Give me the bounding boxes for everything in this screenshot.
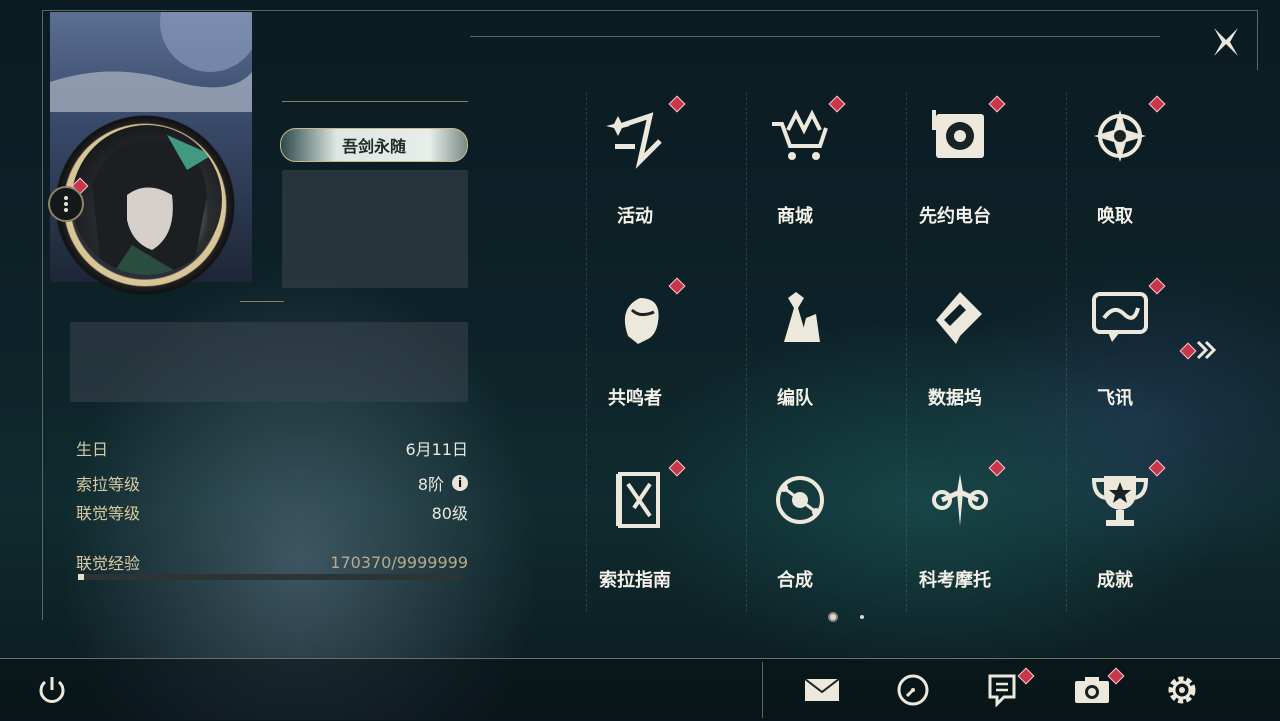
signature-blurred: [70, 322, 468, 402]
notice-button[interactable]: [982, 667, 1035, 710]
notification-badge: [1148, 95, 1166, 113]
info-icon[interactable]: i: [452, 475, 468, 491]
notification-badge: [988, 459, 1006, 477]
menu-tile-4[interactable]: 唤取: [1040, 92, 1200, 262]
trophy-icon: [1090, 470, 1150, 530]
menu-tile-label: 索拉指南: [599, 570, 671, 591]
settings-gear-icon: [1168, 676, 1196, 704]
menu-tile-label: 唤取: [1097, 206, 1133, 227]
double-chevron-right-icon: [1196, 340, 1217, 360]
notification-badge: [1148, 277, 1166, 295]
notification-badge: [1148, 459, 1166, 477]
birthday-label: 生日: [76, 440, 109, 459]
player-name-blurred: [282, 170, 468, 288]
menu-tile-label: 活动: [617, 206, 653, 227]
frame-grid-top-line: [470, 36, 1160, 37]
union-level-label: 联觉等级: [76, 504, 141, 523]
title-badge-text: 吾剑永随: [341, 137, 406, 156]
menu-tile-label: 合成: [777, 570, 813, 591]
frame-left-line: [42, 10, 43, 620]
character-head-icon: [610, 288, 670, 348]
menu-tile-label: 科考摩托: [919, 570, 991, 591]
notification-badge: [828, 95, 846, 113]
birthday-value: 6月11日: [405, 440, 468, 459]
frame-top-line: [42, 10, 1258, 11]
chess-pieces-icon: [770, 288, 830, 348]
notification-badge: [668, 95, 686, 113]
sola-level-value: 8阶: [417, 475, 444, 494]
menu-tile-11[interactable]: 科考摩托: [880, 456, 1040, 626]
sparkle-icon: [606, 106, 670, 169]
union-exp-progress-fill: [78, 574, 85, 580]
avatar-divider: [240, 301, 284, 302]
camera-icon: [1075, 677, 1109, 703]
power-button[interactable]: [32, 670, 72, 710]
mail-button[interactable]: [802, 670, 842, 710]
page-indicator-active[interactable]: [830, 614, 836, 620]
radio-icon: [930, 106, 990, 166]
menu-tile-label: 飞讯: [1097, 388, 1133, 409]
union-exp-progress-bar: [78, 574, 460, 580]
mail-icon: [804, 678, 840, 701]
settings-button[interactable]: [1162, 670, 1202, 710]
chat-bubble-icon: [1090, 288, 1150, 348]
sola-level-label: 索拉等级: [76, 475, 141, 494]
menu-tile-9[interactable]: 索拉指南: [560, 456, 720, 626]
camera-button[interactable]: [1072, 667, 1125, 710]
union-level-row: 联觉等级 80级: [76, 500, 468, 524]
avatar-portrait: [92, 135, 212, 275]
moon-landscape-illustration: [50, 0, 260, 112]
union-exp-label: 联觉经验: [76, 554, 141, 573]
menu-tile-8[interactable]: 飞讯: [1040, 274, 1200, 444]
menu-tile-label: 数据坞: [928, 388, 982, 409]
data-dock-icon: [930, 288, 990, 348]
title-badge[interactable]: 吾剑永随: [280, 128, 468, 162]
page-indicator[interactable]: [860, 615, 864, 619]
notification-badge: [988, 95, 1006, 113]
profile-more-button[interactable]: [48, 186, 84, 222]
next-page-button[interactable]: [1179, 338, 1220, 362]
history-button[interactable]: [893, 670, 933, 710]
notice-icon: [988, 674, 1016, 707]
union-level-value: 80级: [431, 504, 468, 523]
menu-tile-6[interactable]: 编队: [720, 274, 880, 444]
menu-tile-label: 成就: [1097, 570, 1133, 591]
avatar[interactable]: [72, 125, 222, 275]
shopping-cart-crown-icon: [770, 106, 830, 166]
motorcycle-icon: [930, 470, 990, 530]
badge-top-divider: [282, 101, 468, 102]
compass-star-icon: [1090, 106, 1150, 166]
menu-tile-2[interactable]: 商城: [720, 92, 880, 262]
clock-icon: [897, 674, 929, 706]
menu-tile-label: 先约电台: [919, 206, 991, 227]
frame-right-line: [1257, 10, 1258, 70]
menu-tile-12[interactable]: 成就: [1040, 456, 1200, 626]
notification-badge: [668, 459, 686, 477]
power-icon: [39, 677, 65, 703]
sola-level-row: 索拉等级 8阶 i: [76, 471, 468, 495]
birthday-row: 生日 6月11日: [76, 436, 468, 460]
menu-tile-label: 共鸣者: [608, 388, 662, 409]
menu-tile-10[interactable]: 合成: [720, 456, 880, 626]
more-vertical-icon: [64, 196, 68, 212]
sola-level-value-group: 8阶 i: [418, 471, 468, 495]
menu-tile-1[interactable]: 活动: [560, 92, 720, 262]
menu-tile-label: 商城: [777, 206, 813, 227]
close-icon: [1214, 28, 1238, 56]
notification-badge: [668, 277, 686, 295]
menu-tile-7[interactable]: 数据坞: [880, 274, 1040, 444]
feature-menu-grid: 活动 商城 先约电台 唤取共鸣者 编队 数据坞 飞讯索拉指南 合成 科考摩托 成就: [560, 92, 1200, 612]
synthesis-orb-icon: [770, 470, 830, 530]
menu-tile-5[interactable]: 共鸣者: [560, 274, 720, 444]
union-exp-row: 联觉经验 170370/9999999: [76, 550, 468, 574]
menu-tile-3[interactable]: 先约电台: [880, 92, 1040, 262]
bottom-bar-divider: [762, 662, 763, 718]
close-button[interactable]: [1204, 22, 1248, 62]
union-exp-value: 170370/9999999: [330, 552, 468, 572]
menu-tile-label: 编队: [777, 388, 813, 409]
guide-book-icon: [610, 470, 670, 530]
